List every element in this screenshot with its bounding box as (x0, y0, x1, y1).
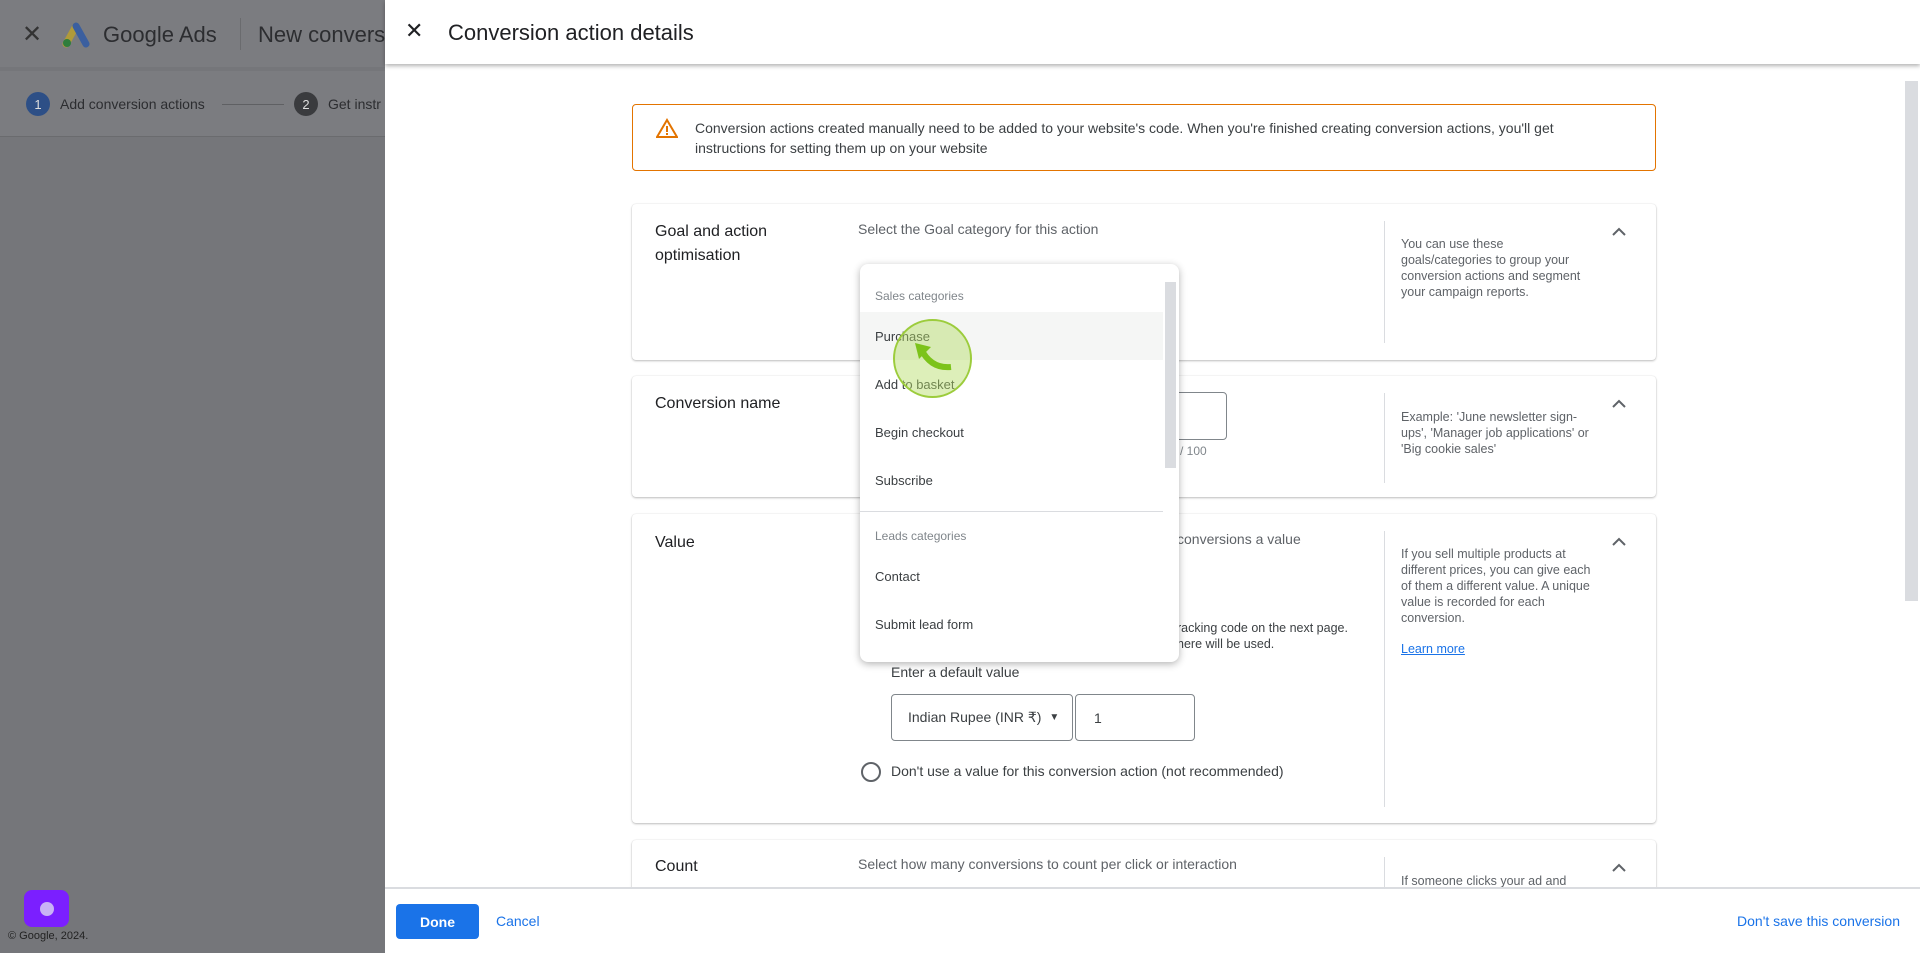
goal-label: Goal and action optimisation (655, 223, 768, 264)
step-2-label: Get instr (328, 96, 381, 112)
dropdown-divider (860, 511, 1163, 512)
divider (1384, 531, 1385, 807)
dropdown-item-contact[interactable]: Contact (860, 552, 1163, 600)
dropdown-group-header: Leads categories (875, 529, 967, 543)
no-value-option-label: Don't use a value for this conversion ac… (891, 763, 1284, 779)
warning-banner: Conversion actions created manually need… (632, 104, 1656, 171)
conversion-name-help: Example: 'June newsletter sign-ups', 'Ma… (1401, 410, 1589, 456)
chevron-up-icon[interactable] (1609, 858, 1629, 878)
divider (1384, 393, 1385, 483)
chevron-up-icon[interactable] (1609, 222, 1629, 242)
panel-title: Conversion action details (448, 20, 694, 45)
chevron-up-icon[interactable] (1609, 394, 1629, 414)
google-ads-logo-icon (62, 22, 90, 48)
cancel-button[interactable]: Cancel (496, 913, 540, 929)
value-note-1: racking code on the next page. (1177, 621, 1348, 635)
default-value-label: Enter a default value (891, 664, 1020, 680)
currency-value: Indian Rupee (INR ₹) (908, 709, 1042, 725)
background-header: ✕ Google Ads New convers (0, 0, 385, 67)
panel-footer: Done Cancel Don't save this conversion (385, 887, 1920, 953)
conversion-name-label: Conversion name (655, 395, 781, 412)
product-name: Google Ads (103, 22, 217, 47)
value-help: If you sell multiple products at differe… (1401, 547, 1591, 625)
panel-header: ✕ Conversion action details (385, 0, 1920, 64)
click-indicator (893, 319, 972, 398)
count-prompt: Select how many conversions to count per… (858, 856, 1237, 872)
close-icon[interactable]: ✕ (22, 20, 42, 49)
dont-save-button[interactable]: Don't save this conversion (1737, 913, 1900, 929)
currency-select[interactable]: Indian Rupee (INR ₹) ▼ (891, 694, 1073, 741)
assistant-icon (39, 901, 54, 916)
chevron-up-icon[interactable] (1609, 532, 1629, 552)
no-value-radio[interactable] (861, 762, 881, 782)
done-button[interactable]: Done (396, 904, 479, 939)
dropdown-item-begin-checkout[interactable]: Begin checkout (860, 408, 1163, 456)
goal-help: You can use these goals/categories to gr… (1401, 237, 1581, 299)
scrollbar-thumb[interactable] (1905, 81, 1918, 601)
learn-more-link[interactable]: Learn more (1401, 642, 1465, 656)
char-counter: / 100 (1180, 444, 1207, 458)
value-note-2: here will be used. (1177, 637, 1275, 651)
dropdown-group-header: Sales categories (875, 289, 964, 303)
goal-prompt: Select the Goal category for this action (858, 221, 1099, 237)
arrow-icon (915, 343, 952, 371)
dropdown-item-subscribe[interactable]: Subscribe (860, 456, 1163, 504)
warning-text: Conversion actions created manually need… (695, 120, 1554, 156)
step-1-number: 1 (26, 92, 50, 116)
copyright: © Google, 2024. (8, 930, 89, 942)
dropdown-item-submit-lead-form[interactable]: Submit lead form (860, 600, 1163, 648)
step-connector (222, 104, 284, 105)
dropdown-arrow-icon: ▼ (1049, 712, 1060, 723)
assistant-button[interactable] (24, 890, 69, 927)
stepper: 1 Add conversion actions 2 Get instr (0, 71, 385, 137)
warning-icon (656, 118, 678, 138)
step-1-label: Add conversion actions (60, 96, 205, 112)
value-label: Value (655, 534, 695, 551)
step-2-number: 2 (294, 92, 318, 116)
count-label: Count (655, 858, 698, 875)
background-overlay (0, 0, 385, 953)
page-title: New convers (258, 22, 385, 47)
default-value-input[interactable]: 1 (1075, 694, 1195, 741)
divider (240, 18, 241, 50)
value-prompt: conversions a value (1177, 531, 1301, 547)
close-panel-icon[interactable]: ✕ (405, 18, 423, 44)
divider (1384, 221, 1385, 343)
goal-category-dropdown: Sales categories Purchase Add to basket … (860, 264, 1179, 662)
dropdown-scrollbar[interactable] (1165, 282, 1176, 468)
